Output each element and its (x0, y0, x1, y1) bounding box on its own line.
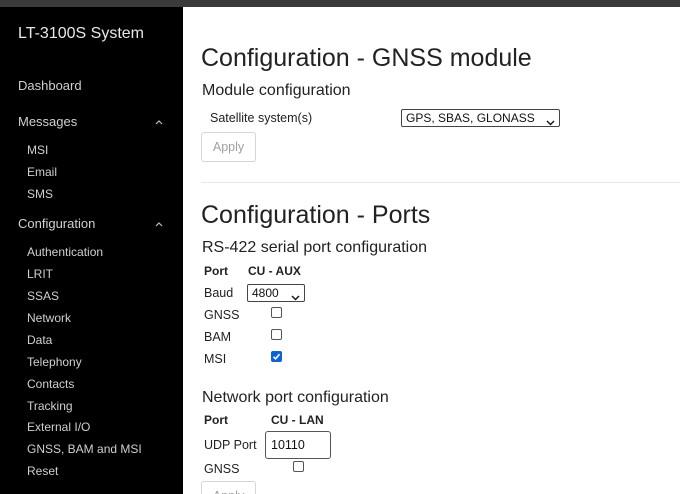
udp-port-label: UDP Port (204, 438, 257, 452)
satellite-system-select[interactable]: GPS, SBAS, GLONASS (401, 109, 560, 127)
chevron-down-icon (546, 115, 555, 126)
sidebar-item-reset[interactable]: Reset (27, 464, 58, 478)
serial-msi-checkbox[interactable] (271, 351, 282, 362)
sidebar: LT-3100S System Dashboard Messages MSI E… (0, 7, 183, 494)
serial-gnss-label: GNSS (204, 308, 240, 322)
checkmark-icon (272, 353, 281, 360)
sidebar-item-email[interactable]: Email (27, 165, 57, 179)
serial-msi-label: MSI (204, 352, 227, 366)
network-gnss-label: GNSS (204, 462, 240, 476)
ports-apply-button[interactable]: Apply (201, 481, 256, 494)
sidebar-item-authentication[interactable]: Authentication (27, 245, 103, 259)
sidebar-item-telephony[interactable]: Telephony (27, 355, 82, 369)
serial-port-column-header: Port (204, 264, 228, 278)
serial-bam-label: BAM (204, 330, 232, 344)
serial-bam-checkbox[interactable] (271, 329, 282, 340)
sidebar-item-contacts[interactable]: Contacts (27, 377, 74, 391)
network-gnss-checkbox[interactable] (293, 461, 304, 472)
network-port-column-header: Port (204, 413, 228, 427)
main-content: Configuration - GNSS module Module confi… (183, 7, 680, 494)
section-title-network-port: Network port configuration (202, 389, 389, 406)
gnss-apply-button[interactable]: Apply (201, 132, 256, 162)
chevron-up-icon[interactable] (155, 220, 163, 228)
sidebar-item-external-io[interactable]: External I/O (27, 420, 90, 434)
chevron-up-icon[interactable] (155, 118, 163, 126)
page-title-gnss: Configuration - GNSS module (201, 44, 532, 72)
sidebar-item-dashboard[interactable]: Dashboard (18, 78, 82, 93)
baud-select[interactable]: 4800 (247, 284, 305, 302)
satellite-system-label: Satellite system(s) (210, 111, 313, 125)
sidebar-item-msi[interactable]: MSI (27, 143, 48, 157)
section-title-serial-port: RS-422 serial port configuration (202, 239, 428, 256)
page-title-ports: Configuration - Ports (201, 201, 431, 229)
sidebar-group-configuration[interactable]: Configuration (18, 216, 95, 231)
section-title-module-configuration: Module configuration (202, 82, 351, 99)
serial-gnss-checkbox[interactable] (271, 307, 282, 318)
baud-label: Baud (204, 286, 234, 300)
satellite-system-value: GPS, SBAS, GLONASS (406, 111, 535, 125)
sidebar-item-lrit[interactable]: LRIT (27, 267, 53, 281)
sidebar-item-gnss-bam-msi[interactable]: GNSS, BAM and MSI (27, 442, 142, 456)
window-top-bar (0, 0, 680, 7)
app-title: LT-3100S System (18, 25, 144, 42)
section-divider (201, 182, 680, 183)
sidebar-item-network[interactable]: Network (27, 311, 71, 325)
sidebar-item-ssas[interactable]: SSAS (27, 289, 59, 303)
serial-cu-aux-column-header: CU - AUX (248, 264, 301, 278)
sidebar-item-sms[interactable]: SMS (27, 187, 53, 201)
udp-port-input[interactable]: 10110 (265, 431, 331, 459)
sidebar-item-tracking[interactable]: Tracking (27, 399, 73, 413)
sidebar-group-messages[interactable]: Messages (18, 114, 77, 129)
network-cu-lan-column-header: CU - LAN (271, 413, 324, 427)
chevron-down-icon (291, 290, 300, 301)
sidebar-item-data[interactable]: Data (27, 333, 52, 347)
baud-value: 4800 (252, 286, 279, 300)
